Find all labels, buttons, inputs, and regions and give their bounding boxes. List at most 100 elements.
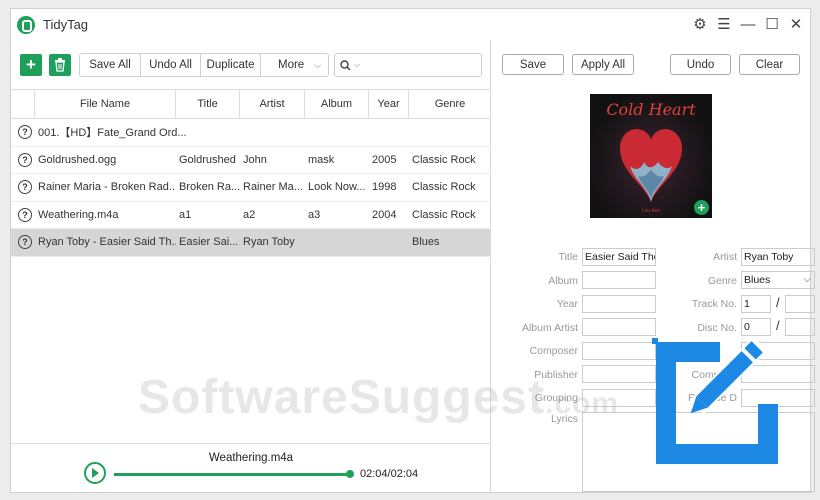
cell-file-name: Weathering.m4a [38,208,119,221]
cell-artist: a2 [243,208,256,221]
search-input[interactable]: ⌵ [334,53,482,77]
app-logo-icon [17,15,35,34]
col-header-album[interactable]: Album [305,90,369,118]
save-all-button[interactable]: Save All [80,54,141,76]
table-row[interactable]: ? Rainer Maria - Broken Rad... Broken Ra… [11,174,491,202]
cell-title: Easier Sai... [179,236,239,249]
disc-total-field[interactable] [785,318,815,336]
toolbar: + Save All Undo All Duplicate More ⌵ ⌵ [11,40,490,89]
cell-title: a1 [179,208,192,221]
cell-year: 1998 [372,181,397,194]
cell-file-name: 001.【HD】Fate_Grand Ord... [38,127,187,140]
cell-year: 2005 [372,153,397,166]
artist-field[interactable]: Ryan Toby [741,248,815,266]
genre-select[interactable]: Blues ⌵ [741,271,815,289]
file-list-pane: + Save All Undo All Duplicate More ⌵ ⌵ F… [11,40,491,493]
genre-label: Genre [707,275,737,287]
minimize-icon[interactable]: — [738,14,758,34]
save-button[interactable]: Save [502,54,564,75]
cell-genre: Classic Rock [412,153,476,166]
table-row[interactable]: ? 001.【HD】Fate_Grand Ord... [11,119,491,147]
genre-value: Blues [744,274,771,286]
cell-file-name: Ryan Toby - Easier Said Th... [38,236,176,249]
more-label: More [278,59,305,71]
apply-all-button[interactable]: Apply All [572,54,634,75]
toolbar-button-group: Save All Undo All Duplicate More ⌵ [79,53,329,77]
grouping-field[interactable] [582,389,656,407]
track-no-field[interactable]: 1 [741,295,771,313]
col-header-year[interactable]: Year [369,90,409,118]
trash-icon [55,58,65,72]
audio-player: Weathering.m4a 02:04/02:04 [11,443,491,493]
title-field[interactable]: Easier Said Then [582,248,656,266]
add-file-button[interactable]: + [20,54,42,76]
year-field[interactable] [582,295,656,313]
cell-album: mask [308,153,335,166]
question-icon: ? [18,207,32,222]
file-table: File Name Title Artist Album Year Genre … [11,89,491,257]
menu-icon[interactable]: ☰ [714,14,734,34]
plus-icon: + [26,55,36,74]
app-title: TidyTag [43,17,89,32]
question-icon: ? [18,235,32,250]
title-label: Title [558,251,578,263]
more-dropdown[interactable]: More ⌵ [261,54,328,76]
settings-gear-icon[interactable]: ⚙ [690,14,710,34]
close-icon[interactable]: ✕ [786,14,806,34]
chevron-down-icon: ⌵ [354,60,361,69]
album-label: Album [548,275,578,287]
cell-genre: Blues [412,236,440,249]
album-artist-field[interactable] [582,318,656,336]
chevron-down-icon: ⌵ [314,59,322,70]
edit-pencil-icon [652,338,778,464]
col-header-file-name[interactable]: File Name [35,90,176,118]
table-row[interactable]: ? Goldrushed.ogg Goldrushed John mask 20… [11,147,491,174]
publisher-label: Publisher [534,369,578,381]
cell-album: Look Now... [308,181,366,194]
track-no-label: Track No. [691,298,737,310]
play-button[interactable] [84,462,106,484]
progress-fill [114,473,350,476]
cell-title: Broken Ra... [179,181,240,194]
col-header-genre[interactable]: Genre [409,90,491,118]
composer-label: Composer [529,345,578,357]
clear-button[interactable]: Clear [739,54,800,75]
heart-artwork-icon [620,128,682,202]
track-separator: / [776,295,780,310]
playback-time: 02:04/02:04 [360,468,419,480]
disc-separator: / [776,318,780,333]
title-bar: TidyTag ⚙ ☰ — ☐ ✕ [11,9,810,40]
cell-genre: Classic Rock [412,181,476,194]
cell-genre: Classic Rock [412,208,476,221]
col-header-artist[interactable]: Artist [240,90,305,118]
undo-button[interactable]: Undo [670,54,731,75]
cell-artist: Rainer Ma... [243,181,303,194]
progress-bar[interactable] [114,470,354,478]
cell-artist: Ryan Toby [243,236,295,249]
album-cover[interactable]: Cold Heart Lou Ann + [590,94,712,218]
search-icon [340,59,351,71]
cell-file-name: Rainer Maria - Broken Rad... [38,181,176,194]
year-label: Year [556,298,578,310]
chevron-down-icon: ⌵ [803,274,811,285]
duplicate-button[interactable]: Duplicate [201,54,261,76]
question-icon: ? [18,180,32,195]
maximize-icon[interactable]: ☐ [762,14,782,34]
undo-all-button[interactable]: Undo All [141,54,201,76]
progress-knob[interactable] [346,470,354,478]
col-header-title[interactable]: Title [176,90,240,118]
now-playing-track: Weathering.m4a [208,452,294,464]
table-row[interactable]: ? Weathering.m4a a1 a2 a3 2004 Classic R… [11,202,491,229]
track-total-field[interactable] [785,295,815,313]
cover-title-text: Cold Heart [606,100,696,119]
status-column-header [11,90,35,118]
album-field[interactable] [582,271,656,289]
artist-label: Artist [713,251,737,263]
table-header: File Name Title Artist Album Year Genre [11,89,491,119]
publisher-field[interactable] [582,365,656,383]
composer-field[interactable] [582,342,656,360]
cell-year: 2004 [372,208,397,221]
table-row-selected[interactable]: ? Ryan Toby - Easier Said Th... Easier S… [11,229,491,257]
delete-button[interactable] [49,54,71,76]
add-cover-icon[interactable]: + [694,200,709,215]
